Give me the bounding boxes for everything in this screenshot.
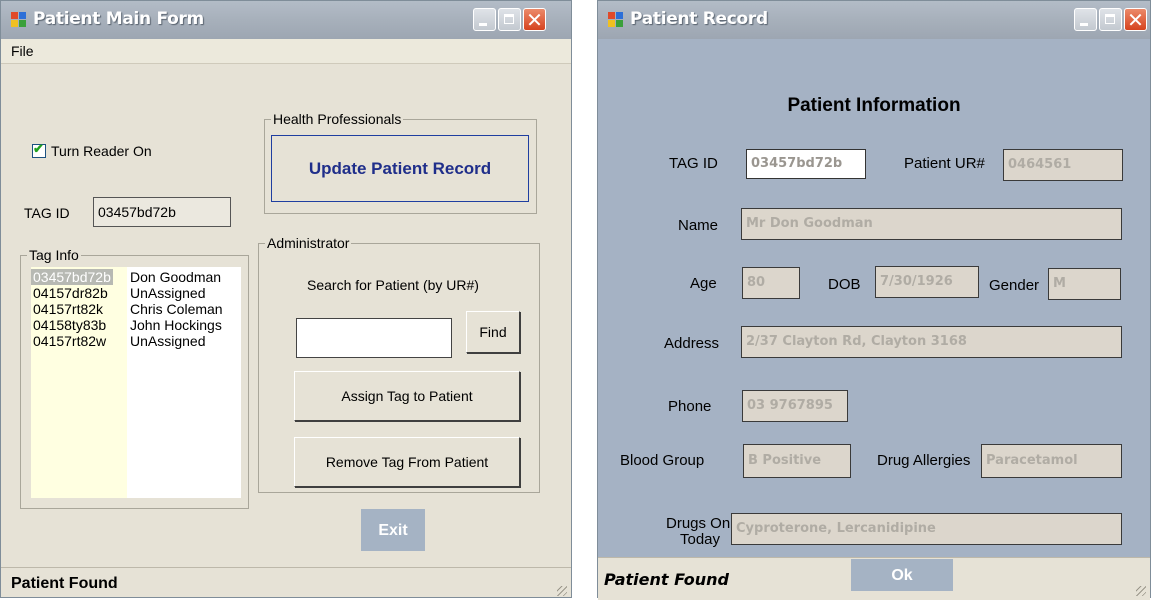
minimize-icon (1080, 23, 1088, 26)
resize-grip-icon[interactable] (1136, 586, 1146, 596)
assign-tag-button[interactable]: Assign Tag to Patient (294, 371, 520, 421)
patient-ur-label: Patient UR# (904, 155, 985, 172)
app-icon (608, 12, 624, 28)
name-field[interactable]: Mr Don Goodman (741, 208, 1122, 240)
status-bar: Patient Found Ok (598, 557, 1150, 600)
patient-ur-field[interactable]: 0464561 (1003, 149, 1123, 181)
dob-field[interactable]: 7/30/1926 (875, 266, 979, 298)
tag-list-row[interactable]: 03457bd72b Don Goodman (31, 269, 241, 285)
drugs-on-today-field[interactable]: Cyproterone, Lercanidipine (731, 513, 1122, 545)
address-field[interactable]: 2/37 Clayton Rd, Clayton 3168 (741, 326, 1122, 358)
tag-id-field[interactable]: 03457bd72b (746, 149, 866, 179)
find-button[interactable]: Find (466, 311, 520, 353)
close-button[interactable]: ✕ (1124, 8, 1147, 32)
health-professionals-title: Health Professionals (271, 111, 404, 127)
minimize-button[interactable] (473, 8, 496, 31)
update-patient-record-button[interactable]: Update Patient Record (271, 135, 529, 202)
administrator-title: Administrator (265, 235, 352, 251)
tag-list-row[interactable]: 04158ty83b John Hockings (31, 317, 241, 333)
turn-reader-checkbox[interactable]: ✔ (32, 141, 46, 158)
status-text: Patient Found (604, 570, 730, 589)
drugs-on-today-label-line2: Today (680, 531, 721, 548)
title-bar[interactable]: Patient Record ✕ (598, 1, 1150, 39)
close-icon: ✕ (526, 8, 543, 32)
administrator-group: Administrator Search for Patient (by UR#… (258, 235, 540, 493)
drugs-on-today-label-line1: Drugs On (666, 515, 731, 532)
tag-cell-selected: 03457bd72b (31, 269, 113, 285)
exit-button[interactable]: Exit (360, 508, 426, 552)
app-icon (11, 12, 27, 28)
age-label: Age (690, 275, 717, 292)
turn-reader-label: Turn Reader On (51, 143, 152, 159)
tag-info-group: Tag Info 03457bd72b Don Goodman 04157dr8… (20, 247, 249, 509)
tag-list-row[interactable]: 04157dr82b UnAssigned (31, 285, 241, 301)
minimize-button[interactable] (1074, 8, 1097, 31)
close-icon: ✕ (1127, 8, 1144, 32)
gender-field[interactable]: M (1048, 268, 1121, 300)
tag-cell: 04158ty83b (33, 317, 107, 333)
tag-info-title: Tag Info (27, 247, 81, 263)
maximize-button[interactable] (498, 8, 521, 31)
drug-allergies-label: Drug Allergies (877, 452, 971, 469)
tag-cell: 04157rt82k (33, 301, 104, 317)
patient-main-form-window: Patient Main Form ✕ File ✔ Turn Reader O… (0, 0, 572, 598)
close-button[interactable]: ✕ (523, 8, 546, 32)
name-cell: UnAssigned (130, 333, 206, 349)
dob-label: DOB (828, 276, 861, 293)
patient-record-window: Patient Record ✕ Patient Information TAG… (597, 0, 1151, 600)
address-label: Address (664, 335, 720, 352)
gender-label: Gender (989, 277, 1040, 294)
name-cell: UnAssigned (130, 285, 206, 301)
menu-bar: File (1, 39, 571, 64)
title-bar[interactable]: Patient Main Form ✕ (1, 1, 571, 39)
name-label: Name (678, 217, 719, 234)
age-field[interactable]: 80 (742, 267, 800, 299)
search-patient-label: Search for Patient (by UR#) (307, 277, 479, 293)
tag-cell: 04157dr82b (33, 285, 108, 301)
phone-field[interactable]: 03 9767895 (742, 390, 848, 422)
tag-cell: 04157rt82w (33, 333, 107, 349)
name-cell: Chris Coleman (130, 301, 223, 317)
tag-info-list[interactable]: 03457bd72b Don Goodman 04157dr82b UnAssi… (31, 267, 241, 498)
status-text: Patient Found (11, 575, 118, 592)
blood-group-label: Blood Group (620, 452, 705, 469)
tag-list-row[interactable]: 04157rt82k Chris Coleman (31, 301, 241, 317)
checkmark-icon: ✔ (33, 141, 44, 156)
minimize-icon (479, 23, 487, 26)
drug-allergies-field[interactable]: Paracetamol (981, 444, 1122, 478)
tag-id-field[interactable]: 03457bd72b (93, 197, 231, 227)
tag-id-label: TAG ID (669, 155, 718, 172)
remove-tag-button[interactable]: Remove Tag From Patient (294, 437, 520, 487)
tag-id-label: TAG ID (24, 205, 70, 221)
tag-list-row[interactable]: 04157rt82w UnAssigned (31, 333, 241, 349)
maximize-icon (1105, 14, 1115, 24)
maximize-icon (504, 14, 514, 24)
maximize-button[interactable] (1099, 8, 1122, 31)
status-bar: Patient Found (1, 567, 571, 600)
window-title: Patient Record (630, 9, 768, 29)
resize-grip-icon[interactable] (557, 586, 567, 596)
health-professionals-group: Health Professionals Update Patient Reco… (264, 111, 537, 214)
menu-file[interactable]: File (11, 43, 34, 59)
name-cell: Don Goodman (130, 269, 222, 285)
search-patient-input[interactable] (296, 318, 452, 358)
name-cell: John Hockings (130, 317, 222, 333)
window-title: Patient Main Form (33, 9, 204, 29)
record-heading: Patient Information (787, 95, 961, 116)
blood-group-field[interactable]: B Positive (743, 444, 851, 478)
phone-label: Phone (668, 398, 712, 415)
ok-button[interactable]: Ok (850, 558, 954, 592)
